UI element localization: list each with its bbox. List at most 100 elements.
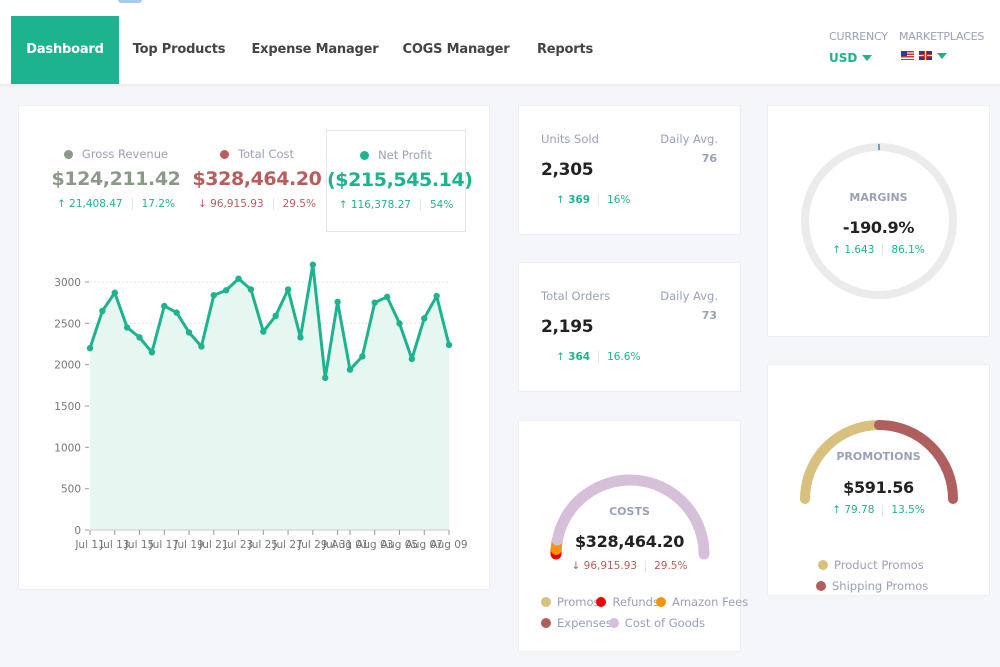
tab-top-products[interactable]: Top Products — [124, 16, 234, 84]
data-point[interactable] — [260, 328, 267, 335]
divider — [598, 194, 600, 206]
legend-dot-icon — [596, 597, 607, 607]
legend-shipping-promos[interactable]: Shipping Promos — [816, 579, 928, 593]
costs-legend: Promos Refunds Amazon Fees — [541, 595, 748, 609]
currency-value: USD — [829, 51, 858, 65]
data-point[interactable] — [136, 334, 143, 341]
net-profit-dot-icon — [360, 150, 370, 160]
promotions-delta: 79.78 — [844, 504, 875, 516]
currency-select[interactable]: USD — [829, 51, 873, 65]
net-profit-kpi[interactable]: Net Profit ($215,545.14) ↑ 116,378.27 54… — [326, 130, 473, 232]
data-point[interactable] — [111, 289, 118, 296]
total-cost-dot-icon — [219, 149, 229, 159]
total-orders-card: Total Orders Daily Avg. 73 2,195 ↑ 364 1… — [518, 262, 741, 392]
caret-down-icon — [937, 52, 947, 59]
total-cost-value: $328,464.20 — [192, 168, 322, 190]
data-point[interactable] — [247, 286, 255, 293]
legend-expenses[interactable]: Expenses — [541, 616, 612, 630]
total-orders-label: Total Orders — [541, 289, 611, 303]
units-sold-value: 2,305 — [541, 160, 594, 180]
legend-amazon-fees[interactable]: Amazon Fees — [655, 595, 748, 609]
data-point[interactable] — [173, 309, 180, 316]
units-sold-delta: 369 — [568, 194, 591, 206]
data-point[interactable] — [445, 341, 453, 349]
data-point[interactable] — [421, 315, 428, 322]
total-cost-kpi[interactable]: Total Cost $328,464.20 ↓ 96,915.93 29.5% — [187, 130, 327, 210]
y-tick-label: 2000 — [54, 360, 81, 372]
marketplaces-label: MARKETPLACES — [899, 30, 985, 43]
data-point[interactable] — [297, 334, 304, 341]
data-point[interactable] — [334, 298, 341, 306]
data-point[interactable] — [433, 292, 440, 300]
data-point[interactable] — [408, 355, 416, 363]
total-orders-pct: 16.6% — [607, 351, 641, 363]
costs-pct: 29.5% — [654, 560, 688, 572]
data-point[interactable] — [272, 312, 279, 320]
data-point[interactable] — [222, 287, 230, 294]
arrow-up-icon: ↑ — [832, 504, 845, 516]
gross-revenue-delta: 21,408.47 — [69, 198, 123, 210]
total-orders-delta: 364 — [568, 351, 591, 363]
data-point[interactable] — [284, 286, 292, 293]
data-point[interactable] — [148, 349, 156, 356]
data-point[interactable] — [383, 293, 391, 301]
gross-revenue-pct: 17.2% — [141, 198, 175, 210]
tab-reports[interactable]: Reports — [526, 16, 604, 84]
y-tick-label: 3000 — [54, 277, 81, 289]
arrow-up-icon: ↑ — [338, 199, 351, 211]
data-point[interactable] — [185, 329, 193, 336]
margins-pct: 86.1% — [891, 244, 925, 256]
data-point[interactable] — [322, 374, 329, 382]
total-orders-avg-value: 73 — [701, 309, 717, 322]
total-cost-label: Total Cost — [237, 147, 295, 161]
y-tick-label: 0 — [74, 525, 81, 537]
data-point[interactable] — [396, 320, 403, 327]
divider — [272, 198, 274, 210]
promotions-legend: Product Promos — [818, 558, 924, 572]
divider — [419, 199, 421, 211]
tab-expense-manager[interactable]: Expense Manager — [246, 16, 384, 84]
units-sold-avg-label: Daily Avg. — [660, 132, 718, 146]
legend-product-promos[interactable]: Product Promos — [818, 558, 924, 572]
legend-dot-icon — [541, 597, 551, 607]
legend-refunds[interactable]: Refunds — [596, 595, 659, 609]
promotions-legend-row-2: Shipping Promos — [816, 579, 928, 593]
y-tick-label: 500 — [61, 484, 81, 496]
net-profit-chart: 0 500 1000 1500 2000 2500 3000 Jul 11 Jul 13 Jul … — [19, 256, 491, 556]
data-point[interactable] — [309, 261, 317, 268]
marketplaces-select[interactable] — [901, 51, 947, 60]
arrow-down-icon: ↓ — [198, 198, 211, 210]
data-point[interactable] — [123, 324, 131, 331]
tab-cogs-manager[interactable]: COGS Manager — [398, 16, 514, 84]
legend-dot-icon — [816, 581, 826, 591]
gross-revenue-dot-icon — [63, 149, 73, 159]
legend-cost-of-goods[interactable]: Cost of Goods — [608, 616, 705, 630]
arrow-down-icon: ↓ — [571, 560, 584, 572]
tab-dashboard[interactable]: Dashboard — [11, 16, 119, 84]
data-point[interactable] — [86, 344, 94, 352]
y-tick-label: 1500 — [54, 401, 81, 413]
data-point[interactable] — [346, 366, 354, 373]
data-point[interactable] — [99, 307, 106, 315]
data-point[interactable] — [198, 343, 205, 350]
data-point[interactable] — [161, 302, 168, 310]
costs-title: COSTS — [609, 505, 650, 518]
net-profit-delta: 116,378.27 — [350, 199, 411, 211]
y-tick-label: 2500 — [54, 318, 81, 330]
promotions-value: $591.56 — [843, 478, 914, 497]
logo[interactable] — [118, 0, 142, 3]
data-point[interactable] — [371, 299, 378, 306]
x-tick-label: Aug 09 — [430, 539, 467, 551]
gross-revenue-kpi[interactable]: Gross Revenue $124,211.42 ↑ 21,408.47 17… — [46, 130, 186, 210]
costs-card: COSTS $328,464.20 ↓ 96,915.93 29.5% Prom… — [518, 420, 748, 652]
currency-label: CURRENCY — [829, 30, 888, 43]
data-point[interactable] — [210, 292, 217, 299]
units-sold-card: Units Sold Daily Avg. 76 2,305 ↑ 369 16% — [518, 105, 741, 235]
total-orders-value: 2,195 — [541, 317, 594, 337]
top-strip — [0, 0, 1000, 16]
gross-revenue-label: Gross Revenue — [81, 147, 169, 161]
data-point[interactable] — [359, 353, 366, 360]
legend-dot-icon — [655, 597, 666, 607]
data-point[interactable] — [235, 275, 242, 282]
legend-promos[interactable]: Promos — [541, 595, 599, 609]
